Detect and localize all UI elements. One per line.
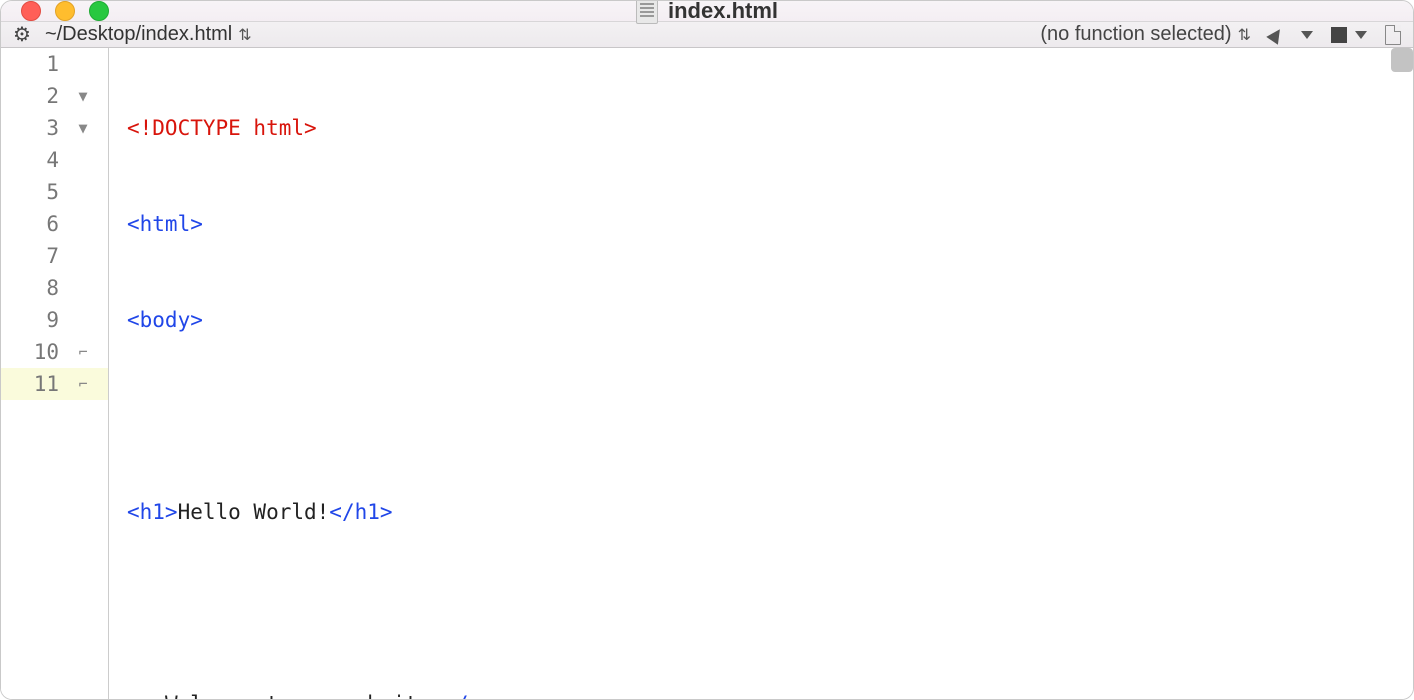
pin-icon[interactable]	[1266, 25, 1285, 44]
titlebar: index.html	[1, 1, 1413, 22]
toolbar-right-icons	[1269, 25, 1401, 45]
code-token: Hello World!	[178, 500, 330, 524]
line-number: 10	[1, 340, 65, 364]
view-mode-icon[interactable]	[1331, 27, 1347, 43]
chevron-down-icon[interactable]	[1355, 31, 1367, 39]
chevron-down-icon[interactable]	[1301, 31, 1313, 39]
path-dropdown-icon[interactable]: ⇅	[238, 25, 251, 45]
code-view[interactable]: <!DOCTYPE html> <html> <body> <h1>Hello …	[109, 48, 1413, 700]
file-path[interactable]: ~/Desktop/index.html	[45, 23, 232, 46]
code-token: <!DOCTYPE html>	[127, 116, 317, 140]
editor-window: index.html ⚙ ~/Desktop/index.html ⇅ (no …	[0, 0, 1414, 700]
new-file-icon[interactable]	[1385, 25, 1401, 45]
fold-marker[interactable]: ▼	[65, 119, 101, 137]
traffic-lights	[21, 1, 109, 21]
line-number-gutter[interactable]: 1 2▼ 3▼ 4 5 6 7 8 9 10⌐ 11⌐	[1, 48, 109, 700]
line-number: 9	[1, 308, 65, 332]
line-number: 11	[1, 372, 65, 396]
function-dropdown-icon[interactable]: ⇅	[1238, 25, 1251, 45]
code-token: <h1>	[127, 500, 178, 524]
title-center: index.html	[636, 0, 778, 24]
fold-marker[interactable]: ▼	[65, 87, 101, 105]
line-number: 6	[1, 212, 65, 236]
minimize-window-button[interactable]	[55, 1, 75, 21]
code-token: </p>	[443, 692, 494, 700]
gear-icon[interactable]: ⚙	[13, 22, 31, 47]
line-number: 7	[1, 244, 65, 268]
editor-area: 1 2▼ 3▼ 4 5 6 7 8 9 10⌐ 11⌐ <!DOCTYPE ht…	[1, 48, 1413, 700]
window-title: index.html	[668, 0, 778, 24]
close-window-button[interactable]	[21, 1, 41, 21]
code-token: </h1>	[329, 500, 392, 524]
line-number: 1	[1, 52, 65, 76]
line-number: 4	[1, 148, 65, 172]
line-number: 8	[1, 276, 65, 300]
fold-marker[interactable]: ⌐	[65, 343, 101, 361]
code-token: <html>	[127, 212, 203, 236]
line-number: 5	[1, 180, 65, 204]
vertical-scrollbar[interactable]	[1391, 48, 1413, 72]
function-selector[interactable]: (no function selected)	[1040, 23, 1231, 46]
toolbar: ⚙ ~/Desktop/index.html ⇅ (no function se…	[1, 22, 1413, 48]
fold-marker[interactable]: ⌐	[65, 375, 101, 393]
line-number: 3	[1, 116, 65, 140]
code-token: <body>	[127, 308, 203, 332]
zoom-window-button[interactable]	[89, 1, 109, 21]
code-token: Welcome to my website.	[165, 692, 443, 700]
document-icon	[636, 0, 658, 24]
line-number: 2	[1, 84, 65, 108]
code-token: <p>	[127, 692, 165, 700]
